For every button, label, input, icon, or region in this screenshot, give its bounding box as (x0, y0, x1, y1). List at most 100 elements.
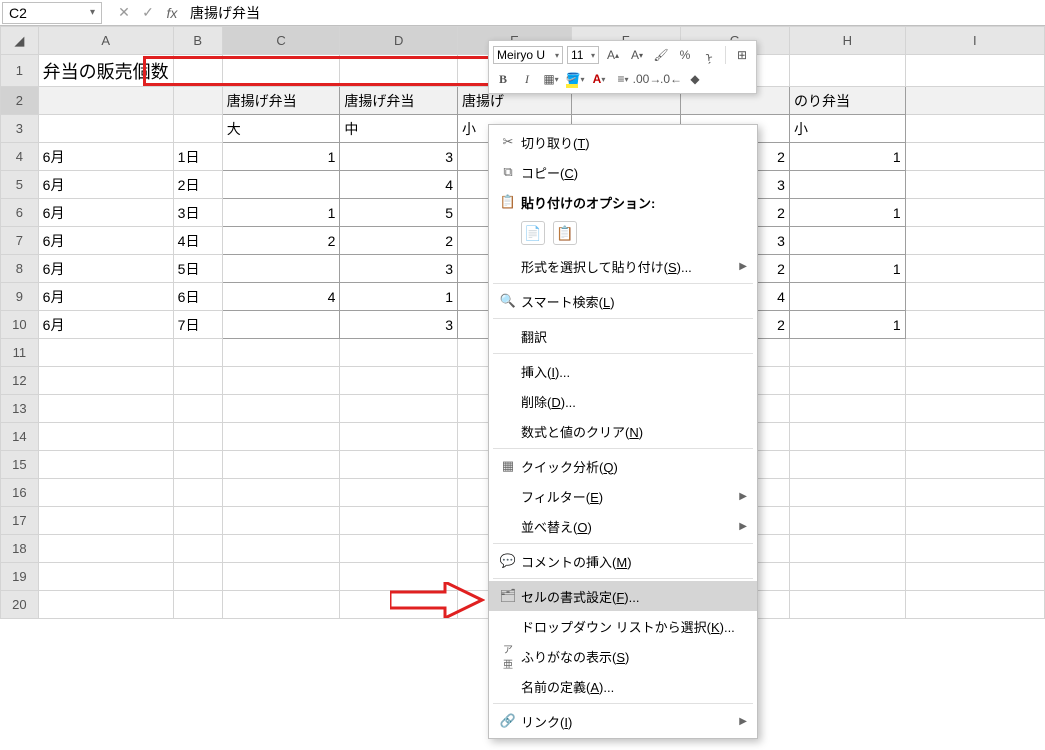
cell[interactable] (340, 479, 458, 507)
cell[interactable] (905, 171, 1044, 199)
cell[interactable] (789, 227, 905, 255)
decrease-decimal-icon[interactable]: .0← (661, 69, 681, 89)
cell[interactable] (222, 563, 340, 591)
cell[interactable] (173, 115, 222, 143)
cell[interactable]: 小 (789, 115, 905, 143)
cell[interactable] (789, 423, 905, 451)
cell[interactable] (340, 563, 458, 591)
paste-option-2-icon[interactable]: 📋 (553, 221, 577, 245)
cell[interactable]: 6月 (38, 255, 173, 283)
row-header[interactable]: 4 (1, 143, 39, 171)
cell[interactable]: 5 (340, 199, 458, 227)
cell[interactable] (38, 339, 173, 367)
ctx-link[interactable]: 🔗 リンク(I)▶ (489, 706, 757, 736)
cell[interactable] (789, 339, 905, 367)
cell[interactable]: 4 (340, 171, 458, 199)
cell[interactable]: 1 (340, 283, 458, 311)
cell[interactable] (905, 311, 1044, 339)
cell[interactable] (905, 87, 1044, 115)
cell[interactable] (905, 339, 1044, 367)
row-header[interactable]: 14 (1, 423, 39, 451)
cell[interactable]: 唐揚げ弁当 (222, 87, 340, 115)
cell[interactable]: 6月 (38, 199, 173, 227)
cell[interactable] (905, 423, 1044, 451)
ctx-format-cells[interactable]: 🗂 セルの書式設定(F)... (489, 581, 757, 611)
ctx-cut[interactable]: ✂ 切り取り(T) (489, 127, 757, 157)
cell[interactable] (789, 535, 905, 563)
percent-style-icon[interactable]: % (675, 45, 695, 65)
row-header[interactable]: 19 (1, 563, 39, 591)
cell[interactable] (905, 591, 1044, 619)
increase-decimal-icon[interactable]: .00→ (637, 69, 657, 89)
cell[interactable] (173, 87, 222, 115)
cell[interactable] (38, 395, 173, 423)
cell[interactable] (905, 227, 1044, 255)
cell[interactable] (173, 451, 222, 479)
ctx-dropdown-list[interactable]: ドロップダウン リストから選択(K)... (489, 611, 757, 641)
row-header[interactable]: 11 (1, 339, 39, 367)
cell[interactable] (222, 479, 340, 507)
cell[interactable]: 大 (222, 115, 340, 143)
cell[interactable]: 4 (222, 283, 340, 311)
row-header[interactable]: 13 (1, 395, 39, 423)
cell[interactable] (38, 479, 173, 507)
row-header[interactable]: 7 (1, 227, 39, 255)
cell[interactable] (789, 55, 905, 87)
cell[interactable] (38, 115, 173, 143)
cell[interactable]: 3 (340, 143, 458, 171)
cell[interactable] (905, 283, 1044, 311)
paste-option-1-icon[interactable]: 📄 (521, 221, 545, 245)
row-header[interactable]: 6 (1, 199, 39, 227)
cell[interactable] (789, 367, 905, 395)
ctx-define-name[interactable]: 名前の定義(A)... (489, 671, 757, 701)
ctx-delete[interactable]: 削除(D)... (489, 386, 757, 416)
cell[interactable] (905, 451, 1044, 479)
cell[interactable] (222, 367, 340, 395)
row-header[interactable]: 16 (1, 479, 39, 507)
font-selector[interactable]: Meiryo U▾ (493, 46, 563, 64)
ctx-clear[interactable]: 数式と値のクリア(N) (489, 416, 757, 446)
row-header[interactable]: 1 (1, 55, 39, 87)
cell[interactable] (789, 283, 905, 311)
cell[interactable] (789, 171, 905, 199)
cell[interactable] (789, 563, 905, 591)
cell[interactable] (905, 395, 1044, 423)
col-header-I[interactable]: I (905, 27, 1044, 55)
border-button[interactable]: ▦▾ (541, 69, 561, 89)
fx-icon[interactable]: fx (160, 5, 184, 21)
increase-font-icon[interactable]: A▴ (603, 45, 623, 65)
cell[interactable] (905, 535, 1044, 563)
cell[interactable]: 4日 (173, 227, 222, 255)
cell[interactable]: 6月 (38, 143, 173, 171)
cell[interactable]: のり弁当 (789, 87, 905, 115)
cell[interactable]: 1 (222, 143, 340, 171)
cell[interactable] (905, 115, 1044, 143)
cell[interactable]: 1 (789, 255, 905, 283)
cell[interactable]: 1 (222, 199, 340, 227)
font-size-selector[interactable]: 11▾ (567, 46, 599, 64)
cell[interactable] (173, 367, 222, 395)
ctx-filter[interactable]: フィルター(E)▶ (489, 481, 757, 511)
cell[interactable]: 7日 (173, 311, 222, 339)
cell[interactable]: 中 (340, 115, 458, 143)
cell[interactable] (340, 423, 458, 451)
cell[interactable]: 6月 (38, 227, 173, 255)
cell[interactable] (173, 535, 222, 563)
cell[interactable] (340, 339, 458, 367)
cell[interactable] (340, 395, 458, 423)
col-header-D[interactable]: D (340, 27, 458, 55)
row-header[interactable]: 18 (1, 535, 39, 563)
cell[interactable] (222, 451, 340, 479)
cell[interactable] (905, 199, 1044, 227)
row-header[interactable]: 5 (1, 171, 39, 199)
cell[interactable]: 6月 (38, 171, 173, 199)
italic-button[interactable]: I (517, 69, 537, 89)
ctx-paste-special[interactable]: 形式を選択して貼り付け(S)...▶ (489, 251, 757, 281)
col-header-A[interactable]: A (38, 27, 173, 55)
ctx-sort[interactable]: 並べ替え(O)▶ (489, 511, 757, 541)
cell[interactable] (173, 423, 222, 451)
cell[interactable] (340, 55, 458, 87)
cell[interactable]: 弁当の販売個数 (38, 55, 173, 87)
cell[interactable] (789, 591, 905, 619)
decrease-font-icon[interactable]: A▾ (627, 45, 647, 65)
